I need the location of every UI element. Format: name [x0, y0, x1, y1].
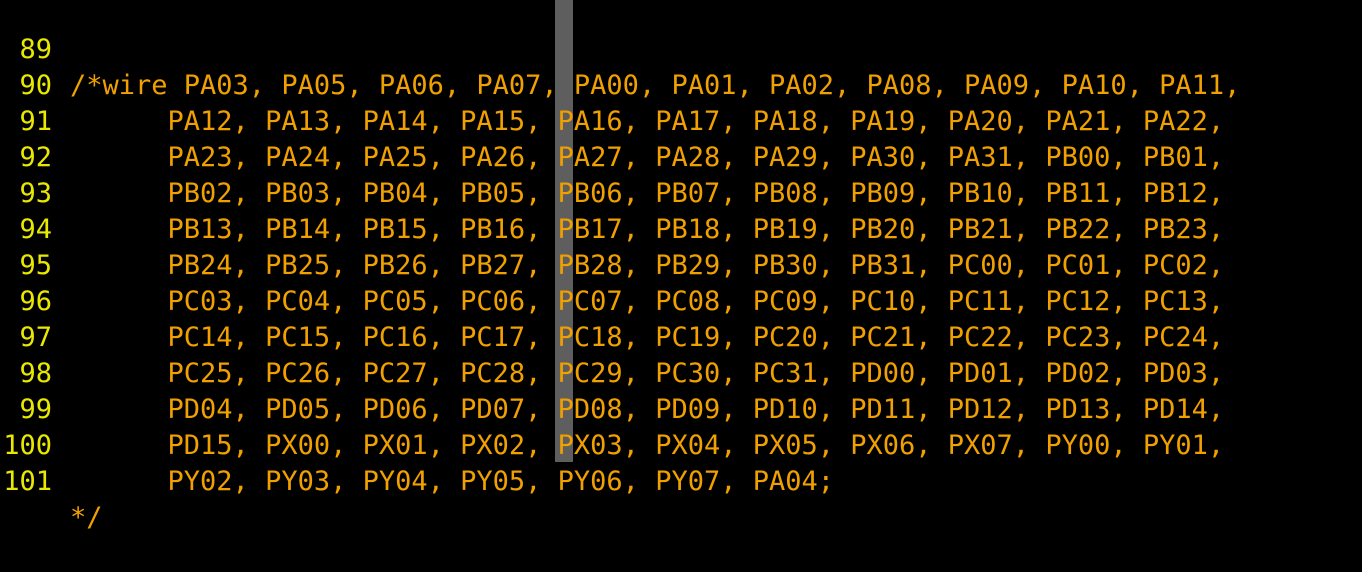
line-text: PD15, PX00, PX01, PX02, PX03, PX04, PX05… [70, 430, 1225, 461]
code-line[interactable]: 98 PD04, PD05, PD06, PD07, PD08, PD09, P… [0, 320, 1224, 425]
line-text: PB13, PB14, PB15, PB16, PB17, PB18, PB19… [70, 214, 1225, 245]
code-line[interactable]: 89 /*wire PA03, PA05, PA06, PA07, PA00, … [0, 0, 1240, 101]
line-text: PB24, PB25, PB26, PB27, PB28, PB29, PB30… [70, 250, 1225, 281]
code-line[interactable]: 100 PY02, PY03, PY04, PY05, PY06, PY07, … [0, 392, 834, 497]
line-text: PB02, PB03, PB04, PB05, PB06, PB07, PB08… [70, 178, 1225, 209]
code-line[interactable]: 92 PB02, PB03, PB04, PB05, PB06, PB07, P… [0, 104, 1224, 209]
line-number: 101 [3, 466, 52, 497]
line-text: PC25, PC26, PC27, PC28, PC29, PC30, PC31… [70, 358, 1225, 389]
code-line[interactable]: 99 PD15, PX00, PX01, PX02, PX03, PX04, P… [0, 356, 1224, 461]
code-line[interactable]: 93 PB13, PB14, PB15, PB16, PB17, PB18, P… [0, 140, 1224, 245]
line-text: PY02, PY03, PY04, PY05, PY06, PY07, PA04… [70, 466, 835, 497]
code-line[interactable]: 96 PC14, PC15, PC16, PC17, PC18, PC19, P… [0, 248, 1224, 353]
line-text: PA23, PA24, PA25, PA26, PA27, PA28, PA29… [70, 142, 1225, 173]
code-line[interactable]: 95 PC03, PC04, PC05, PC06, PC07, PC08, P… [0, 212, 1224, 317]
line-text: PA12, PA13, PA14, PA15, PA16, PA17, PA18… [70, 106, 1225, 137]
line-text: PD04, PD05, PD06, PD07, PD08, PD09, PD10… [70, 394, 1225, 425]
line-text: PC03, PC04, PC05, PC06, PC07, PC08, PC09… [70, 286, 1225, 317]
line-text: /*wire PA03, PA05, PA06, PA07, PA00, PA0… [70, 70, 1241, 101]
code-line[interactable]: 91 PA23, PA24, PA25, PA26, PA27, PA28, P… [0, 68, 1224, 173]
code-line[interactable]: 94 PB24, PB25, PB26, PB27, PB28, PB29, P… [0, 176, 1224, 281]
line-text: PC14, PC15, PC16, PC17, PC18, PC19, PC20… [70, 322, 1225, 353]
line-text: */ [70, 502, 103, 533]
code-editor[interactable]: 89 /*wire PA03, PA05, PA06, PA07, PA00, … [0, 0, 1362, 533]
code-line[interactable]: 101 */ [0, 428, 102, 533]
code-line[interactable]: 90 PA12, PA13, PA14, PA15, PA16, PA17, P… [0, 32, 1224, 137]
code-line[interactable]: 97 PC25, PC26, PC27, PC28, PC29, PC30, P… [0, 284, 1224, 389]
